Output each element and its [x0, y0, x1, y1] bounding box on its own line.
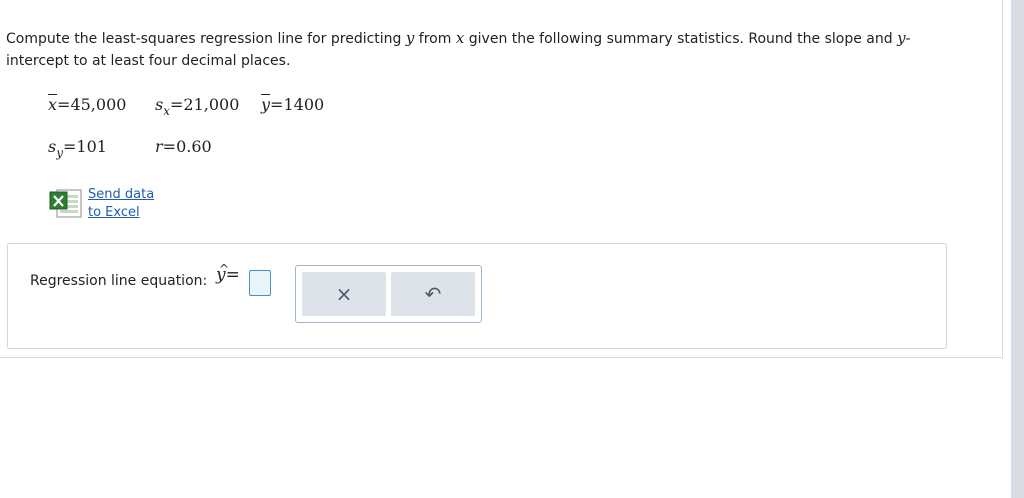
question-part: from: [414, 31, 456, 47]
stat-xbar: x=45,000: [48, 95, 127, 114]
stat-ybar: y=1400: [261, 95, 325, 114]
question-part: given the following summary statistics. …: [464, 31, 898, 47]
y-hat: y=: [216, 265, 240, 285]
excel-link-line[interactable]: Send data: [88, 186, 154, 204]
stat-symbol: x: [48, 95, 58, 114]
close-icon: ×: [335, 282, 353, 306]
undo-icon: ↶: [424, 282, 442, 306]
question-part: Compute the least-squares regression lin…: [6, 31, 406, 47]
excel-icon[interactable]: [48, 187, 82, 219]
stat-symbol: s: [155, 95, 164, 114]
answer-input[interactable]: [249, 270, 271, 296]
stat-subscript: y: [56, 146, 63, 160]
stat-value: 21,000: [183, 95, 240, 114]
scrollbar[interactable]: [1011, 0, 1024, 498]
clear-button[interactable]: ×: [302, 272, 386, 316]
send-to-excel-link[interactable]: Send data to Excel: [88, 186, 154, 222]
stat-r: r=0.60: [155, 137, 212, 156]
stat-sy: sy=101: [48, 137, 107, 160]
stat-sx: sx=21,000: [155, 95, 240, 118]
equation-label: Regression line equation:: [30, 273, 208, 289]
stat-symbol: s: [48, 137, 57, 156]
y-hat-symbol: y: [216, 265, 226, 285]
stat-value: 101: [76, 137, 107, 156]
stat-value: 0.60: [176, 137, 212, 156]
stat-symbol: r: [155, 137, 163, 156]
undo-button[interactable]: ↶: [391, 272, 475, 316]
stat-subscript: x: [163, 104, 170, 118]
question-text: Compute the least-squares regression lin…: [6, 27, 966, 72]
stat-symbol: y: [261, 95, 271, 114]
equals-sign: =: [225, 265, 240, 285]
excel-link-line[interactable]: to Excel: [88, 204, 154, 222]
variable-y: y: [897, 29, 906, 47]
stat-value: 45,000: [70, 95, 127, 114]
stat-value: 1400: [283, 95, 325, 114]
